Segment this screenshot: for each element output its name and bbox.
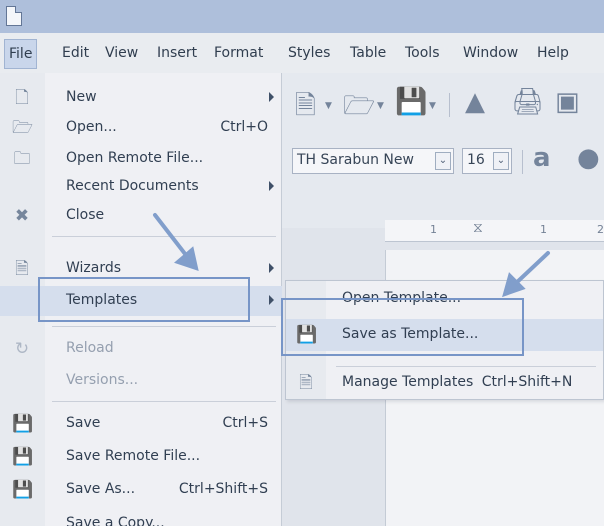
- menu-item-reload[interactable]: ↻ Reload: [0, 334, 282, 364]
- ruler-tick: 1: [430, 223, 437, 236]
- font-size-combo[interactable]: 16 ⌄: [462, 148, 512, 174]
- menu-item-save-as[interactable]: 💾 Save As... Ctrl+Shift+S: [0, 475, 282, 505]
- export-pdf-icon[interactable]: ▲: [465, 87, 485, 117]
- menu-item-label: Recent Documents: [66, 178, 199, 194]
- callout-box-save-as-template: [281, 298, 524, 356]
- ruler-tick: 2: [597, 223, 604, 236]
- menu-item-save-copy[interactable]: Save a Copy...: [0, 509, 282, 526]
- print-preview-icon[interactable]: ▣: [555, 87, 580, 117]
- menu-styles[interactable]: Styles: [288, 45, 330, 61]
- submenu-arrow-icon: [269, 295, 274, 305]
- menu-format[interactable]: Format: [214, 45, 263, 61]
- app-document-icon[interactable]: [6, 6, 22, 26]
- print-icon[interactable]: 🖨: [511, 87, 544, 117]
- save-icon[interactable]: 💾: [395, 87, 427, 117]
- wizard-icon: 🗎: [15, 259, 29, 279]
- toolbar-separator: [449, 93, 450, 117]
- new-document-icon[interactable]: 🗎: [295, 87, 316, 131]
- toolbar-separator: [522, 150, 523, 174]
- horizontal-ruler[interactable]: 1 ⧖ 1 2: [385, 220, 604, 242]
- menu-item-label: Open...: [66, 119, 117, 135]
- submenu-arrow-icon: [269, 263, 274, 273]
- menu-item-save-remote[interactable]: 💾 Save Remote File...: [0, 442, 282, 472]
- ruler-tick: 1: [540, 223, 547, 236]
- font-size-value: 16: [467, 152, 485, 168]
- save-remote-icon: 💾: [12, 447, 34, 467]
- menu-item-label: Save a Copy...: [66, 515, 165, 526]
- reload-icon: ↻: [14, 339, 30, 359]
- chevron-down-icon[interactable]: ▼: [325, 101, 332, 111]
- menu-table[interactable]: Table: [350, 45, 386, 61]
- menu-item-open-remote[interactable]: 🗀 Open Remote File...: [0, 144, 282, 174]
- submenu-arrow-icon: [269, 92, 274, 102]
- toolbar: 🗎 ▼ 🗁 ▼ 💾 ▼ ▲ 🖨 ▣ TH Sarabun New ⌄ 16 ⌄ …: [265, 73, 604, 228]
- font-name-value: TH Sarabun New: [297, 152, 414, 168]
- menu-file[interactable]: File: [4, 39, 38, 69]
- new-document-icon: 🗋: [15, 88, 29, 108]
- save-icon: 💾: [12, 414, 34, 434]
- shortcut-label: Ctrl+O: [220, 119, 268, 135]
- menu-item-new[interactable]: 🗋 New: [0, 83, 282, 113]
- remote-open-icon: 🗀: [13, 149, 31, 169]
- menu-item-label: Open Remote File...: [66, 150, 204, 166]
- chevron-down-icon[interactable]: ▼: [429, 101, 436, 111]
- menu-view[interactable]: View: [105, 45, 138, 61]
- callout-box-templates: [38, 277, 250, 322]
- shortcut-label: Ctrl+Shift+N: [481, 374, 573, 390]
- menu-separator: [52, 401, 276, 402]
- shortcut-label: Ctrl+S: [222, 415, 268, 431]
- menu-item-label: Close: [66, 207, 105, 223]
- menu-separator: [52, 326, 276, 327]
- chevron-down-icon[interactable]: ▼: [377, 101, 384, 111]
- menu-item-label: Reload: [66, 340, 114, 356]
- menu-separator: [52, 236, 276, 237]
- shortcut-label: Ctrl+Shift+S: [178, 481, 268, 497]
- menu-bar: File Edit View Insert Format Styles Tabl…: [0, 33, 604, 73]
- manage-templates-label: Manage Templates: [342, 374, 474, 390]
- menu-tools[interactable]: Tools: [405, 45, 440, 61]
- menu-item-label: Manage Templates Ctrl+Shift+N: [342, 374, 572, 390]
- open-folder-icon[interactable]: 🗁: [343, 87, 375, 131]
- menu-item-open[interactable]: 🗁 Open... Ctrl+O: [0, 113, 282, 143]
- highlight-icon[interactable]: ●: [577, 143, 600, 173]
- menu-insert[interactable]: Insert: [157, 45, 197, 61]
- menu-item-recent-documents[interactable]: Recent Documents: [0, 172, 282, 202]
- menu-help[interactable]: Help: [537, 45, 569, 61]
- font-color-icon[interactable]: a: [533, 143, 551, 173]
- menu-window[interactable]: Window: [463, 45, 518, 61]
- menu-item-save[interactable]: 💾 Save Ctrl+S: [0, 409, 282, 439]
- tab-stop-icon[interactable]: ⧖: [473, 220, 483, 236]
- manage-templates-icon: 🗎: [299, 373, 313, 393]
- font-name-combo[interactable]: TH Sarabun New ⌄: [292, 148, 454, 174]
- menu-item-label: Save: [66, 415, 101, 431]
- menu-item-manage-templates[interactable]: 🗎 Manage Templates Ctrl+Shift+N: [286, 367, 603, 399]
- menu-item-label: Versions...: [66, 372, 139, 388]
- menu-item-label: Save As...: [66, 481, 136, 497]
- menu-item-versions[interactable]: Versions...: [0, 366, 282, 396]
- menu-item-label: Wizards: [66, 260, 122, 276]
- open-folder-icon: 🗁: [12, 118, 34, 138]
- menu-edit[interactable]: Edit: [62, 45, 89, 61]
- chevron-down-icon[interactable]: ⌄: [435, 152, 451, 170]
- menu-item-label: New: [66, 89, 97, 105]
- menu-item-close[interactable]: ✖ Close: [0, 201, 282, 231]
- chevron-down-icon[interactable]: ⌄: [493, 152, 509, 170]
- menu-item-label: Save Remote File...: [66, 448, 201, 464]
- save-as-icon: 💾: [12, 480, 34, 500]
- submenu-arrow-icon: [269, 181, 274, 191]
- title-bar: [0, 0, 604, 33]
- close-icon: ✖: [14, 206, 30, 226]
